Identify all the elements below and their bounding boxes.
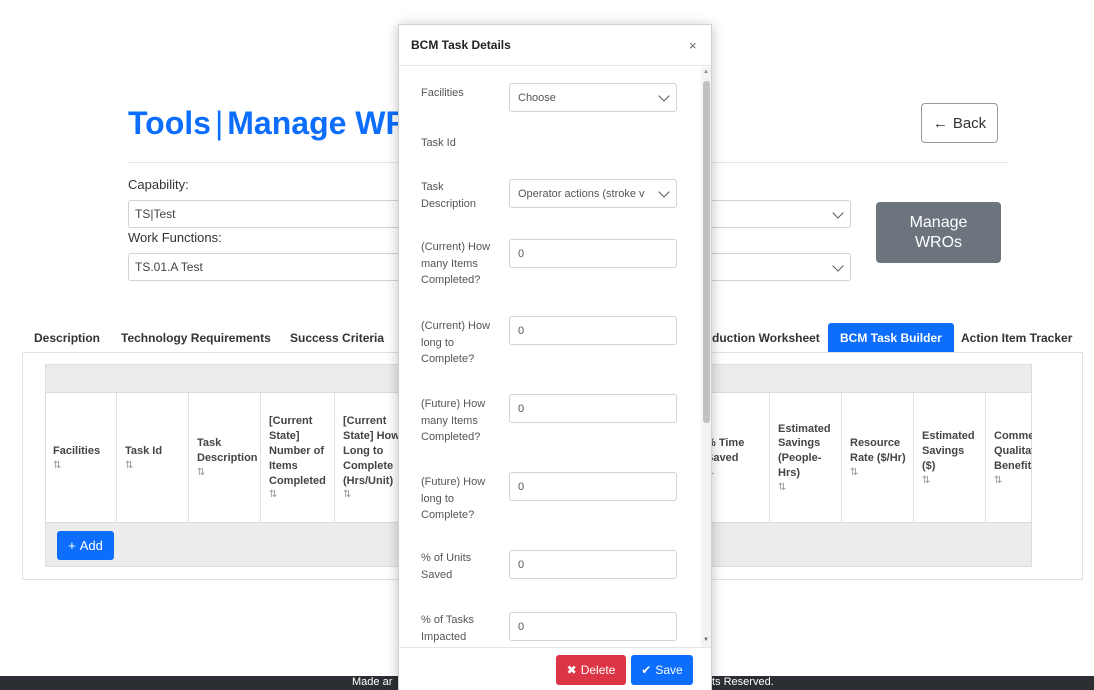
sort-icon: ⇅ xyxy=(712,466,756,480)
modal-title: BCM Task Details xyxy=(411,38,511,52)
page-title-part2: Manage WF xyxy=(227,105,406,141)
manage-button-line2: WROs xyxy=(914,233,963,251)
arrow-left-icon: ← xyxy=(932,114,948,132)
column-header-label: Estimated Savings ($) xyxy=(922,429,975,472)
sort-icon: ⇅ xyxy=(922,474,931,486)
future-time-label: (Future) How long to Complete? xyxy=(421,476,486,521)
page-title-separator: | xyxy=(214,105,224,141)
column-header-time-saved[interactable]: % Time Saved⇅ xyxy=(712,393,770,523)
current-time-label: (Current) How long to Complete? xyxy=(421,320,491,365)
sort-icon: ⇅ xyxy=(778,481,787,493)
column-header-label: Estimated Savings (People-Hrs) xyxy=(778,422,831,480)
back-button[interactable]: ← Back xyxy=(921,103,998,143)
add-button[interactable]: + Add xyxy=(57,531,114,560)
capability-label: Capability: xyxy=(128,177,189,192)
future-items-input[interactable]: 0 xyxy=(509,394,677,423)
modal-scrollbar-thumb[interactable] xyxy=(703,81,710,423)
current-items-input[interactable]: 0 xyxy=(509,239,677,268)
task-description-select[interactable]: Operator actions (stroke v xyxy=(509,179,677,208)
column-header-facilities[interactable]: Facilities ⇅ xyxy=(45,393,117,523)
delete-button[interactable]: ✖ Delete xyxy=(556,655,626,685)
sort-icon: ⇅ xyxy=(850,467,859,479)
add-button-label: Add xyxy=(79,538,103,553)
scroll-up-icon[interactable]: ▲ xyxy=(703,69,709,75)
column-header-label: Resource Rate ($/Hr) xyxy=(850,437,906,465)
column-header-estimated-savings-hrs[interactable]: Estimated Savings (People-Hrs) ⇅ xyxy=(770,393,842,523)
column-header-task-id[interactable]: Task Id ⇅ xyxy=(117,393,189,523)
tab-technology-requirements[interactable]: Technology Requirements xyxy=(121,323,271,353)
sort-icon: ⇅ xyxy=(994,474,1003,486)
units-saved-label: % of Units Saved xyxy=(421,552,472,581)
footer-text-left: Made ar xyxy=(352,676,393,688)
column-header-label: Task Description xyxy=(197,437,258,465)
chevron-down-icon xyxy=(658,90,670,102)
future-items-label: (Future) How many Items Completed? xyxy=(421,398,486,443)
column-header-current-time[interactable]: [Current State] How Long to Complete (Hr… xyxy=(335,393,398,523)
manage-button-line1: Manage xyxy=(909,213,968,231)
column-header-label: Task Id xyxy=(125,444,163,457)
bcm-task-details-modal: BCM Task Details × Facilities Choose Tas… xyxy=(398,24,712,690)
column-header-label: [Current State] Number of Items Complete… xyxy=(269,415,326,487)
task-id-label: Task Id xyxy=(421,137,456,149)
column-header-resource-rate[interactable]: Resource Rate ($/Hr) ⇅ xyxy=(842,393,914,523)
column-header-estimated-savings-dollars[interactable]: Estimated Savings ($) ⇅ xyxy=(914,393,986,523)
tasks-impacted-input[interactable]: 0 xyxy=(509,612,677,641)
units-saved-input[interactable]: 0 xyxy=(509,550,677,579)
chevron-down-icon xyxy=(658,186,670,198)
tab-action-item-tracker[interactable]: Action Item Tracker xyxy=(961,323,1072,353)
sort-icon: ⇅ xyxy=(343,489,352,501)
work-functions-label: Work Functions: xyxy=(128,230,222,245)
page-title-part1: Tools xyxy=(128,105,211,141)
facilities-select-value: Choose xyxy=(518,91,556,104)
task-description-label: Task Description xyxy=(421,181,477,210)
current-time-input[interactable]: 0 xyxy=(509,316,677,345)
save-button[interactable]: ✔ Save xyxy=(631,655,693,685)
checkmark-icon: ✔ xyxy=(641,663,652,677)
column-header-current-items[interactable]: [Current State] Number of Items Complete… xyxy=(261,393,335,523)
tab-reduction-worksheet[interactable]: duction Worksheet xyxy=(712,323,820,353)
capability-select-value: TS|Test xyxy=(135,207,176,221)
page-title: Tools | Manage WF xyxy=(128,105,405,142)
chevron-down-icon xyxy=(832,207,844,219)
sort-icon: ⇅ xyxy=(125,459,134,471)
tab-description[interactable]: Description xyxy=(34,323,100,353)
column-header-task-description[interactable]: Task Description ⇅ xyxy=(189,393,261,523)
footer-text-right: ts Reserved. xyxy=(712,676,774,688)
task-description-select-value: Operator actions (stroke v xyxy=(518,187,645,200)
column-header-label: % Time Saved xyxy=(712,437,745,465)
column-header-comments[interactable]: Comments/ Qualitative Benefits ⇅ xyxy=(986,393,1032,523)
tab-bcm-task-builder[interactable]: BCM Task Builder xyxy=(828,323,954,353)
save-button-label: Save xyxy=(655,663,683,677)
future-time-input[interactable]: 0 xyxy=(509,472,677,501)
column-header-label: Comments/ Qualitative Benefits xyxy=(994,429,1032,472)
tasks-impacted-label: % of Tasks Impacted xyxy=(421,614,474,643)
sort-icon: ⇅ xyxy=(269,489,278,501)
facilities-label: Facilities xyxy=(421,87,464,99)
facilities-select[interactable]: Choose xyxy=(509,83,677,112)
column-header-label: [Current State] How Long to Complete (Hr… xyxy=(343,415,398,487)
current-items-label: (Current) How many Items Completed? xyxy=(421,241,491,286)
work-functions-select-value: TS.01.A Test xyxy=(135,260,203,274)
close-icon[interactable]: × xyxy=(689,38,697,53)
sort-icon: ⇅ xyxy=(197,467,206,479)
plus-icon: + xyxy=(68,538,76,553)
back-button-label: Back xyxy=(952,114,987,132)
tab-success-criteria[interactable]: Success Criteria xyxy=(290,323,384,353)
scroll-down-icon[interactable]: ▼ xyxy=(703,637,709,643)
manage-wros-button[interactable]: Manage WROs xyxy=(876,202,1001,263)
chevron-down-icon xyxy=(832,260,844,272)
close-x-icon: ✖ xyxy=(566,663,577,677)
delete-button-label: Delete xyxy=(580,663,616,677)
column-header-label: Facilities xyxy=(53,444,101,457)
sort-icon: ⇅ xyxy=(53,459,62,471)
